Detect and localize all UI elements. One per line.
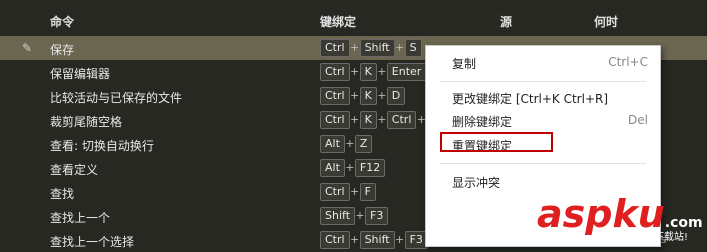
key-cap: Ctrl xyxy=(320,39,350,57)
header-source[interactable]: 源 xyxy=(500,13,512,30)
menu-item-copy[interactable]: 复制 Ctrl+C xyxy=(426,51,660,73)
key-separator: + xyxy=(349,113,360,126)
menu-item-change-binding[interactable]: 更改键绑定 [Ctrl+K Ctrl+R] xyxy=(426,86,660,108)
keybinding: Ctrl + Shift + S xyxy=(320,39,422,57)
key-cap: Z xyxy=(354,135,373,153)
key-separator: + xyxy=(345,161,355,174)
key-cap: K xyxy=(359,63,377,81)
key-separator: + xyxy=(377,89,387,102)
key-cap: S xyxy=(404,39,422,57)
keybinding: Ctrl + K + D xyxy=(320,87,406,105)
key-cap: Alt xyxy=(320,159,345,177)
keybinding: Ctrl + K + Enter xyxy=(320,63,427,81)
watermark: aspku.com 免费网站源码下载站! xyxy=(537,192,707,245)
key-cap: Shift xyxy=(320,207,356,225)
key-separator: + xyxy=(394,233,405,246)
keybinding: Alt + F12 xyxy=(320,159,386,177)
key-separator: + xyxy=(349,65,360,78)
key-separator: + xyxy=(349,89,360,102)
command-name: 比较活动与已保存的文件 xyxy=(50,91,183,105)
key-cap: Ctrl xyxy=(320,111,350,129)
key-cap: Ctrl xyxy=(320,183,350,201)
menu-separator xyxy=(440,81,646,82)
key-separator: + xyxy=(349,185,360,198)
key-cap: Shift xyxy=(359,231,395,249)
menu-separator xyxy=(440,163,646,164)
header-command[interactable]: 命令 xyxy=(50,13,74,30)
key-cap: K xyxy=(359,87,377,105)
key-cap: D xyxy=(386,87,406,105)
menu-item-delete-binding[interactable]: 删除键绑定 Del xyxy=(426,109,660,131)
highlight-box xyxy=(440,132,553,152)
key-separator: + xyxy=(349,41,360,54)
menu-item-show-conflicts[interactable]: 显示冲突 xyxy=(426,170,660,192)
watermark-tagline: 免费网站源码下载站! xyxy=(594,232,689,243)
key-separator: + xyxy=(394,41,405,54)
menu-item-copy-shortcut: Ctrl+C xyxy=(608,55,648,69)
key-cap: Enter xyxy=(386,63,427,81)
keybinding: Ctrl + F xyxy=(320,183,376,201)
key-separator: + xyxy=(377,65,387,78)
key-cap: K xyxy=(359,111,377,129)
keybinding: Alt + Z xyxy=(320,135,373,153)
key-separator: + xyxy=(355,209,365,222)
menu-item-change-binding-label: 更改键绑定 [Ctrl+K Ctrl+R] xyxy=(452,92,609,106)
command-name: 保存 xyxy=(50,43,75,57)
keybinding: Ctrl + Shift + F3 xyxy=(320,231,428,249)
command-name: 查找上一个选择 xyxy=(50,235,135,249)
header-when[interactable]: 何时 xyxy=(594,13,618,30)
command-name: 查找上一个 xyxy=(50,211,111,225)
key-cap: Ctrl xyxy=(320,231,350,249)
command-name: 查看: 切换自动换行 xyxy=(50,139,154,153)
key-cap: Ctrl xyxy=(320,87,350,105)
key-cap: Shift xyxy=(359,39,395,57)
command-name: 保留编辑器 xyxy=(50,67,111,81)
menu-item-delete-binding-label: 删除键绑定 xyxy=(452,115,513,129)
key-separator: + xyxy=(349,233,360,246)
key-cap: Alt xyxy=(320,135,345,153)
menu-item-copy-label: 复制 xyxy=(452,57,477,71)
header-keybinding[interactable]: 键绑定 xyxy=(320,13,356,30)
key-cap: F3 xyxy=(365,207,389,225)
key-separator: + xyxy=(345,137,355,150)
key-cap: F xyxy=(359,183,376,201)
table-header: 命令 键绑定 源 何时 xyxy=(0,0,707,38)
menu-item-delete-shortcut: Del xyxy=(628,113,648,127)
key-cap: Ctrl xyxy=(320,63,350,81)
key-cap: F12 xyxy=(354,159,386,177)
menu-item-show-conflicts-label: 显示冲突 xyxy=(452,176,501,190)
command-name: 查看定义 xyxy=(50,163,99,177)
keybinding: Shift + F3 xyxy=(320,207,389,225)
pencil-icon[interactable]: ✎ xyxy=(22,41,32,55)
command-name: 查找 xyxy=(50,187,75,201)
command-name: 裁剪尾随空格 xyxy=(50,115,123,129)
key-cap: Ctrl xyxy=(386,111,417,129)
key-separator: + xyxy=(377,113,387,126)
